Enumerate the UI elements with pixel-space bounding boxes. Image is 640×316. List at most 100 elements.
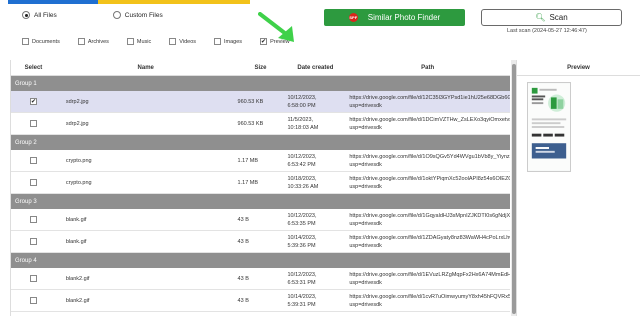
filter-documents-checkbox[interactable] <box>22 38 29 45</box>
row-path: https://drive.google.com/file/d/12C35l3G… <box>345 94 510 110</box>
row-date: 10/14/2023, <box>287 234 317 241</box>
row-file-name: sdrp2.jpg <box>65 120 89 127</box>
row-date: 10/14/2023, <box>287 293 317 300</box>
last-scan-text: Last scan (2024-05-27 12:46:47) <box>507 28 587 34</box>
row-file-size: 960.53 KB <box>237 98 264 105</box>
row-checkbox[interactable] <box>29 179 37 186</box>
row-path-suffix: usp=drivesdk <box>349 279 382 286</box>
scope-radio-group: All Files Custom Files <box>22 11 219 19</box>
radio-all-files-indicator[interactable] <box>22 11 30 19</box>
table-row[interactable]: blank2.gif 43 B 10/12/2023, 6:53:31 PM https… <box>11 268 510 290</box>
group-header: Group 3 <box>11 194 510 209</box>
table-row[interactable]: crypto.png 1.17 MB 10/12/2023, 6:53:42 PM ht… <box>11 150 510 172</box>
row-checkbox[interactable] <box>29 120 37 127</box>
row-date: 10/12/2023, <box>287 271 317 278</box>
row-path-suffix: usp=drivesdk <box>349 242 382 249</box>
row-time: 6:58:00 PM <box>287 102 316 109</box>
filter-music[interactable]: Music <box>126 38 152 45</box>
table-body: Group 1 ✔ sdrp2.jpg 960.53 KB 10/12/2023, 6:5… <box>11 76 510 312</box>
row-path-url: https://drive.google.com/file/d/1EVuzLRZ… <box>349 271 510 278</box>
row-path-url: https://drive.google.com/file/d/1oktYPiq… <box>349 175 510 182</box>
row-date: 10/12/2023, <box>287 94 317 101</box>
table-row[interactable]: crypto.png 1.17 MB 10/18/2023, 10:33:26 AM h… <box>11 172 510 194</box>
scrollbar-thumb[interactable] <box>511 64 516 314</box>
filter-music-label: Music <box>136 38 152 45</box>
row-file-size: 43 B <box>237 275 249 282</box>
app-logo-icon: SPF <box>348 13 358 22</box>
table-row[interactable]: sdrp2.jpg 960.53 KB 11/5/2023, 10:18:03 AM h… <box>11 113 510 135</box>
filter-archives-checkbox[interactable] <box>77 38 85 45</box>
row-path: https://drive.google.com/file/d/1DCimVZT… <box>345 116 510 132</box>
table-row[interactable]: blank.gif 43 B 10/12/2023, 6:53:35 PM https:… <box>11 209 510 231</box>
row-select-cell <box>11 238 56 245</box>
similar-photo-finder-button[interactable]: SPF Similar Photo Finder <box>324 9 465 26</box>
row-checkbox[interactable] <box>29 216 37 223</box>
row-select-cell: ✔ <box>11 98 56 105</box>
row-path: https://drive.google.com/file/d/1O9sQGv5… <box>345 153 510 169</box>
filter-documents-label: Documents <box>32 38 60 45</box>
row-checkbox[interactable] <box>29 238 37 245</box>
row-path-suffix: usp=drivesdk <box>349 183 382 190</box>
row-path: https://drive.google.com/file/d/1EVuzLRZ… <box>345 271 510 287</box>
radio-custom-files-indicator[interactable] <box>112 11 121 19</box>
preview-panel: Preview <box>516 60 640 316</box>
results-table: Select Name Size Date created Path Group… <box>10 60 510 316</box>
filter-images-checkbox[interactable] <box>214 38 222 45</box>
header-size[interactable]: Size <box>236 65 286 71</box>
row-date: 11/5/2023, <box>287 116 314 123</box>
radio-custom-files[interactable]: Custom Files <box>112 11 163 19</box>
row-path-url: https://drive.google.com/file/d/1cvR7uOi… <box>349 293 510 300</box>
radio-all-files[interactable]: All Files <box>22 11 57 19</box>
filter-videos-checkbox[interactable] <box>169 38 177 45</box>
radio-custom-files-label: Custom Files <box>124 11 163 19</box>
row-path: https://drive.google.com/file/d/1cvR7uOi… <box>345 293 510 309</box>
row-file-name: blank.gif <box>65 216 87 223</box>
filter-music-checkbox[interactable] <box>126 38 134 45</box>
group-header: Group 2 <box>11 135 510 150</box>
row-checkbox[interactable] <box>29 275 37 282</box>
row-file-size: 43 B <box>237 216 249 223</box>
row-time: 10:18:03 AM <box>287 124 319 131</box>
row-path-url: https://drive.google.com/file/d/1ZDAGyat… <box>349 234 510 241</box>
row-select-cell <box>11 157 56 164</box>
row-path-url: https://drive.google.com/file/d/1DCimVZT… <box>349 116 510 123</box>
row-time: 5:39:31 PM <box>287 301 316 308</box>
table-row[interactable]: ✔ sdrp2.jpg 960.53 KB 10/12/2023, 6:58:00 PM… <box>11 91 510 113</box>
row-path-suffix: usp=drivesdk <box>349 301 382 308</box>
table-row[interactable]: blank.gif 43 B 10/14/2023, 5:39:36 PM https:… <box>11 231 510 253</box>
row-file-name: blank2.gif <box>65 275 90 282</box>
header-date-created[interactable]: Date created <box>285 65 345 71</box>
filter-videos[interactable]: Videos <box>169 38 196 45</box>
green-arrow-annotation <box>258 12 294 42</box>
row-file-size: 1.17 MB <box>237 179 259 186</box>
filter-images[interactable]: Images <box>214 38 242 45</box>
header-name[interactable]: Name <box>56 65 236 71</box>
row-file-name: crypto.png <box>65 179 92 186</box>
table-row[interactable]: blank2.gif 43 B 10/14/2023, 5:39:31 PM https… <box>11 290 510 312</box>
row-select-cell <box>11 179 56 186</box>
row-file-size: 1.17 MB <box>237 157 259 164</box>
row-time: 6:53:35 PM <box>287 220 316 227</box>
row-path-suffix: usp=drivesdk <box>349 220 382 227</box>
row-file-size: 43 B <box>237 297 249 304</box>
table-header: Select Name Size Date created Path <box>11 60 510 76</box>
row-checkbox[interactable] <box>29 157 37 164</box>
header-select[interactable]: Select <box>11 65 56 71</box>
scan-button[interactable]: 🔍︎ Scan <box>481 9 622 26</box>
group-header: Group 1 <box>11 76 510 91</box>
row-file-name: blank2.gif <box>65 297 90 304</box>
row-file-name: crypto.png <box>65 157 92 164</box>
row-checkbox[interactable] <box>29 297 37 304</box>
top-accent-strip <box>0 0 640 4</box>
row-checkbox[interactable]: ✔ <box>29 98 37 105</box>
scan-label: Scan <box>549 13 568 22</box>
header-path[interactable]: Path <box>345 65 510 71</box>
row-date-created: 10/14/2023, 5:39:36 PM <box>285 234 345 250</box>
filter-documents[interactable]: Documents <box>22 38 60 45</box>
similar-photo-finder-label: Similar Photo Finder <box>367 13 441 22</box>
row-select-cell <box>11 297 56 304</box>
filter-archives[interactable]: Archives <box>77 38 109 45</box>
row-path-suffix: usp=drivesdk <box>349 124 382 131</box>
row-time: 6:53:31 PM <box>287 279 316 286</box>
row-file-size: 960.53 KB <box>237 120 264 127</box>
